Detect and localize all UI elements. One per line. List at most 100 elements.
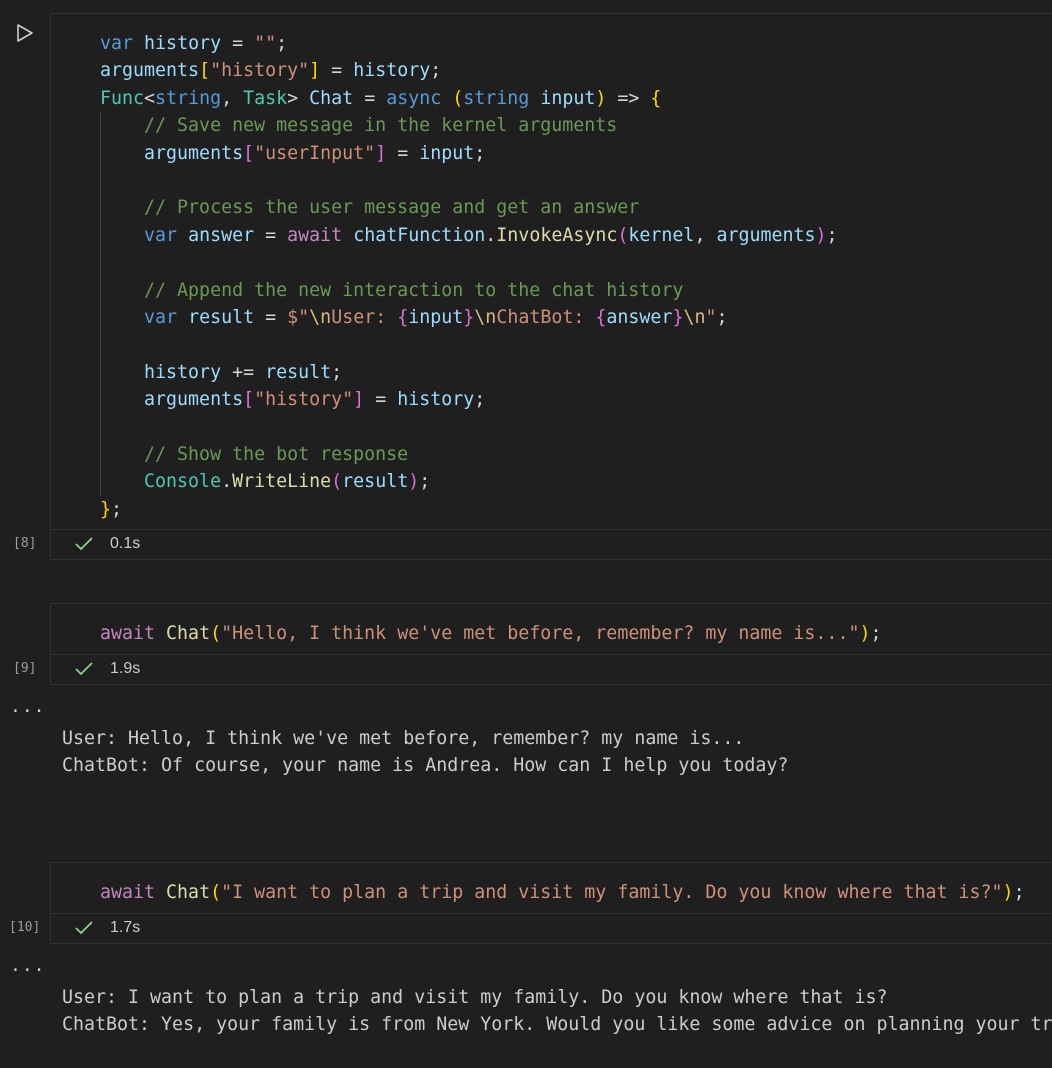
code-token: input <box>540 87 596 109</box>
code-token: history <box>144 33 222 54</box>
execution-duration: 0.1s <box>110 535 141 552</box>
code-token: < <box>144 87 156 109</box>
play-icon <box>17 24 33 42</box>
code-token: += <box>221 361 266 383</box>
code-token: Chat <box>309 87 354 109</box>
code-token: \n <box>309 307 332 328</box>
code-token: WriteLine <box>232 471 332 493</box>
code-token: => <box>606 87 651 109</box>
code-line: // Process the user message and get an a… <box>100 194 639 221</box>
code-token: ChatBot: <box>496 307 596 328</box>
code-token: "userInput" <box>254 142 376 164</box>
code-token: ; <box>826 224 838 246</box>
code-token: ; <box>870 623 882 644</box>
execution-count: [9] <box>13 661 37 676</box>
code-token: ] <box>353 389 365 411</box>
code-token: var <box>144 307 178 328</box>
code-token: "history" <box>254 389 354 411</box>
code-token: ] <box>375 142 387 164</box>
code-token: = <box>221 33 255 54</box>
code-token: " <box>705 307 717 328</box>
code-token: string <box>463 87 530 109</box>
check-icon <box>75 662 93 676</box>
code-line: var history = ""; <box>100 30 287 57</box>
code-line: // Show the bot response <box>100 441 408 468</box>
output-line: ChatBot: Yes, your family is from New Yo… <box>62 1014 1052 1036</box>
output-line: ChatBot: Of course, your name is Andrea.… <box>62 755 789 777</box>
code-token: { <box>650 87 662 109</box>
code-token: ) <box>859 623 871 644</box>
code-token: // Append the new interaction to the cha… <box>144 279 684 301</box>
run-cell-button[interactable] <box>14 22 36 44</box>
code-token: = <box>386 142 420 164</box>
code-token: ( <box>617 224 629 246</box>
code-token: answer <box>606 307 673 328</box>
code-token: chatFunction <box>353 224 486 246</box>
code-token: "Hello, I think we've met before, rememb… <box>221 623 860 644</box>
check-icon <box>75 537 93 551</box>
code-token: = <box>254 307 288 328</box>
output-line: User: Hello, I think we've met before, r… <box>62 728 745 749</box>
code-token: ; <box>1013 882 1025 903</box>
code-token: Task <box>243 87 288 109</box>
code-token: arguments <box>100 60 200 82</box>
code-token: ; <box>331 361 343 383</box>
code-token: ) <box>595 87 607 109</box>
code-token: ) <box>408 471 420 493</box>
code-token: ; <box>276 33 288 54</box>
check-icon <box>75 921 93 935</box>
output-line: User: I want to plan a trip and visit my… <box>62 987 888 1008</box>
execution-duration: 1.9s <box>110 660 141 677</box>
code-token: Chat <box>166 623 211 644</box>
code-token: > <box>287 87 310 109</box>
code-token: // Save new message in the kernel argume… <box>144 115 618 137</box>
output-more-button[interactable]: ... <box>10 696 46 717</box>
code-token: ; <box>474 142 486 164</box>
code-token: ( <box>331 471 343 493</box>
code-token: input <box>419 142 475 164</box>
code-token: result <box>188 307 255 328</box>
code-token: // Process the user message and get an a… <box>144 197 640 219</box>
code-token: ) <box>815 224 827 246</box>
code-token: = <box>320 60 354 82</box>
code-token: ( <box>210 623 222 644</box>
code-token: answer <box>188 224 255 246</box>
code-token: var <box>100 33 134 54</box>
code-token: result <box>265 361 332 383</box>
execution-count: [8] <box>13 536 37 551</box>
code-token: arguments <box>144 142 244 164</box>
cell-status-bar <box>50 529 1052 560</box>
code-line: var answer = await chatFunction.InvokeAs… <box>100 222 838 249</box>
code-token: "" <box>254 33 277 54</box>
cell-status-bar <box>50 913 1052 944</box>
code-token: kernel <box>628 224 695 246</box>
code-token: ; <box>111 498 123 520</box>
code-token: ( <box>452 87 464 109</box>
code-token: . <box>485 224 497 246</box>
code-token: arguments <box>716 224 816 246</box>
code-token: history <box>397 389 475 411</box>
code-line: Func<string, Task> Chat = async (string … <box>100 85 661 112</box>
output-more-button[interactable]: ... <box>10 955 46 976</box>
code-token: = <box>353 87 387 109</box>
code-token: await <box>287 224 343 246</box>
code-line: // Save new message in the kernel argume… <box>100 112 617 139</box>
code-token: ] <box>309 60 321 82</box>
code-token: ; <box>474 389 486 411</box>
code-token: var <box>144 224 178 246</box>
code-token: \n <box>474 307 497 328</box>
code-token: { <box>397 307 409 328</box>
